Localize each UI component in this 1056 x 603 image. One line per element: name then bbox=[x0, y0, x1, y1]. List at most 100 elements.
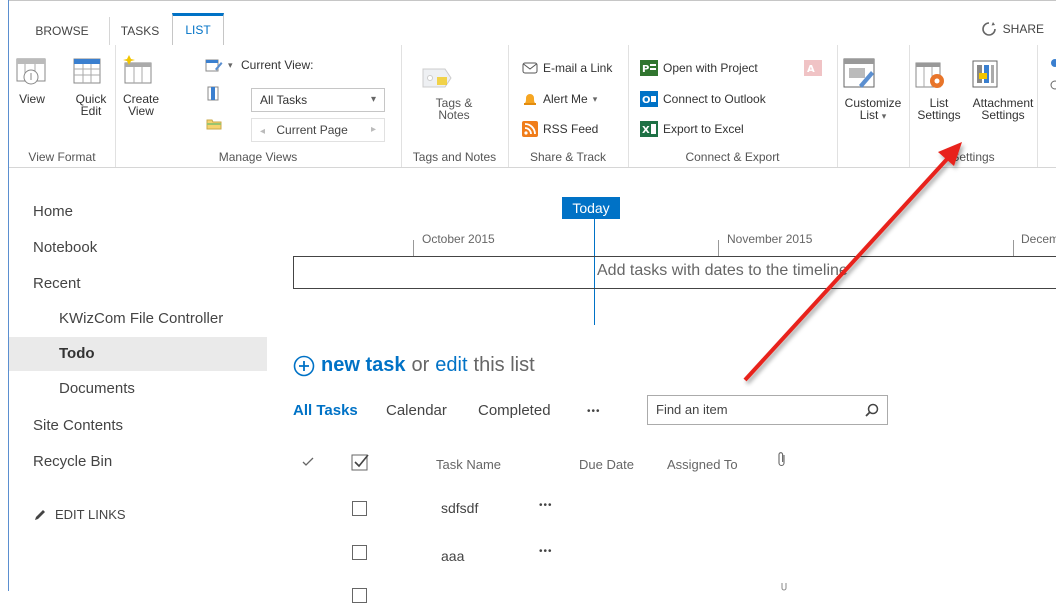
outlook-icon: O bbox=[640, 91, 658, 107]
attachment-settings-icon bbox=[967, 55, 1039, 93]
nav-item-recent[interactable]: Recent bbox=[9, 267, 267, 301]
rss-feed-button[interactable]: RSS Feed bbox=[522, 121, 598, 137]
dropdown-arrow-icon: ▾ bbox=[881, 111, 887, 121]
svg-text:A: A bbox=[807, 64, 815, 75]
nav-item-home[interactable]: Home bbox=[9, 195, 267, 229]
email-link-button[interactable]: E-mail a Link bbox=[522, 61, 612, 75]
more-views-button[interactable]: ••• bbox=[587, 406, 601, 417]
customize-list-icon bbox=[841, 55, 905, 93]
attachment-row-icon bbox=[780, 582, 790, 591]
current-view-select[interactable]: All Tasks ▾ bbox=[251, 88, 385, 112]
group-tags-notes: Tags & Notes Tags and Notes bbox=[401, 45, 509, 167]
nav-item-site-contents[interactable]: Site Contents bbox=[9, 409, 267, 443]
tags-notes-button[interactable]: Tags & Notes bbox=[419, 63, 489, 121]
group-label-tags-notes: Tags and Notes bbox=[412, 150, 497, 164]
group-settings: List Settings Attachment Settings Settin… bbox=[909, 45, 1038, 167]
list-settings-button[interactable]: List Settings bbox=[911, 55, 967, 121]
customize-list-button[interactable]: Customize List ▾ bbox=[841, 55, 905, 122]
alert-me-button[interactable]: Alert Me ▾ bbox=[522, 91, 597, 107]
share-button[interactable]: SHARE bbox=[981, 21, 1044, 37]
edit-links-label: EDIT LINKS bbox=[55, 507, 126, 522]
excel-icon: X bbox=[640, 121, 658, 137]
modify-view-button[interactable]: ▾ bbox=[205, 57, 233, 73]
search-icon[interactable] bbox=[865, 403, 879, 417]
tab-list[interactable]: LIST bbox=[172, 13, 224, 46]
rss-icon bbox=[522, 121, 538, 137]
task-name-cell[interactable]: aaa bbox=[441, 548, 464, 564]
navigate-up-button[interactable] bbox=[205, 115, 223, 131]
nav-item-recycle-bin[interactable]: Recycle Bin bbox=[9, 445, 267, 479]
view-calendar[interactable]: Calendar bbox=[386, 402, 447, 419]
timeline-tick bbox=[1013, 240, 1014, 256]
row-checkbox[interactable] bbox=[352, 545, 367, 560]
row-checkbox[interactable] bbox=[352, 588, 367, 603]
navigate-up-icon bbox=[205, 115, 223, 131]
list-settings-icon bbox=[911, 55, 967, 93]
or-text: or bbox=[411, 354, 430, 376]
attachment-column-icon bbox=[776, 451, 788, 469]
share-label: SHARE bbox=[1002, 22, 1044, 36]
row-checkbox[interactable] bbox=[352, 501, 367, 516]
add-icon[interactable] bbox=[293, 355, 315, 377]
chevron-down-icon: ▾ bbox=[370, 94, 376, 105]
modify-view-icon bbox=[205, 57, 223, 73]
export-excel-button[interactable]: X Export to Excel bbox=[640, 121, 744, 137]
group-connect-export: P Open with Project O Connect to Outlook… bbox=[628, 45, 838, 167]
ribbon: View Quick Edit View Format Create View … bbox=[9, 45, 1056, 168]
create-view-button[interactable]: Create View bbox=[121, 53, 161, 117]
view-icon bbox=[15, 53, 49, 89]
timeline-month-december: Decem bbox=[1021, 232, 1056, 246]
tab-tasks[interactable]: TASKS bbox=[109, 17, 170, 45]
view-all-tasks[interactable]: All Tasks bbox=[293, 402, 358, 419]
search-input[interactable]: Find an item bbox=[656, 402, 728, 417]
open-with-access-button[interactable]: A bbox=[804, 60, 822, 76]
select-all-checkbox[interactable] bbox=[351, 453, 371, 471]
timeline-today-marker: Today bbox=[562, 197, 620, 219]
task-name-cell[interactable]: sdfsdf bbox=[441, 500, 478, 516]
svg-text:O: O bbox=[642, 95, 651, 106]
dropdown-arrow-icon: ▾ bbox=[228, 59, 233, 70]
edit-links-button[interactable]: EDIT LINKS bbox=[9, 498, 267, 532]
row-menu-button[interactable]: ••• bbox=[539, 546, 553, 557]
next-page-icon[interactable]: ▸ bbox=[371, 119, 376, 141]
quick-edit-button[interactable]: Quick Edit bbox=[71, 53, 111, 117]
nav-item-documents[interactable]: Documents bbox=[9, 372, 267, 406]
nav-item-kwizcom-file-controller[interactable]: KWizCom File Controller bbox=[9, 302, 267, 336]
row-menu-button[interactable]: ••• bbox=[539, 500, 553, 511]
search-box[interactable]: Find an item bbox=[647, 395, 888, 425]
quick-edit-icon bbox=[71, 53, 111, 89]
group-label-share-track: Share & Track bbox=[529, 150, 607, 164]
share-icon bbox=[981, 21, 997, 37]
svg-text:X: X bbox=[642, 125, 650, 136]
connect-outlook-button[interactable]: O Connect to Outlook bbox=[640, 91, 766, 107]
view-completed[interactable]: Completed bbox=[478, 402, 551, 419]
this-list-text: this list bbox=[473, 354, 535, 376]
edit-list-link[interactable]: edit bbox=[435, 354, 467, 377]
nav-item-notebook[interactable]: Notebook bbox=[9, 231, 267, 265]
attachment-settings-button[interactable]: Attachment Settings bbox=[967, 55, 1039, 121]
group-label-manage-views: Manage Views bbox=[218, 150, 298, 164]
column-icon bbox=[205, 85, 223, 101]
column-header-assigned-to[interactable]: Assigned To bbox=[667, 457, 738, 472]
project-icon: P bbox=[640, 60, 658, 76]
new-task-link[interactable]: new task bbox=[321, 354, 405, 377]
view-button[interactable]: View bbox=[15, 53, 49, 105]
column-header-task-name[interactable]: Task Name bbox=[436, 457, 501, 472]
open-with-project-button[interactable]: P Open with Project bbox=[640, 60, 758, 76]
current-page-label: Current Page bbox=[276, 123, 348, 137]
ribbon-overflow-icon[interactable] bbox=[1047, 57, 1056, 97]
prev-page-icon[interactable]: ◂ bbox=[260, 126, 265, 137]
tab-browse[interactable]: BROWSE bbox=[21, 17, 103, 45]
group-label-view-format: View Format bbox=[28, 150, 96, 164]
timeline-placeholder: Add tasks with dates to the timeline bbox=[597, 262, 848, 279]
modify-column-button[interactable] bbox=[205, 85, 223, 101]
ribbon-tab-bar: BROWSE TASKS LIST SHARE bbox=[9, 1, 1056, 46]
dropdown-arrow-icon: ▾ bbox=[592, 93, 598, 104]
timeline-tick bbox=[413, 240, 414, 256]
nav-item-todo[interactable]: Todo bbox=[9, 337, 267, 371]
group-view-format: View Quick Edit View Format bbox=[9, 45, 116, 167]
current-view-label: Current View: bbox=[241, 58, 314, 72]
new-task-row: new task or edit this list bbox=[293, 354, 535, 377]
column-header-due-date[interactable]: Due Date bbox=[579, 457, 634, 472]
current-page-pager[interactable]: ◂ Current Page ▸ bbox=[251, 118, 385, 142]
